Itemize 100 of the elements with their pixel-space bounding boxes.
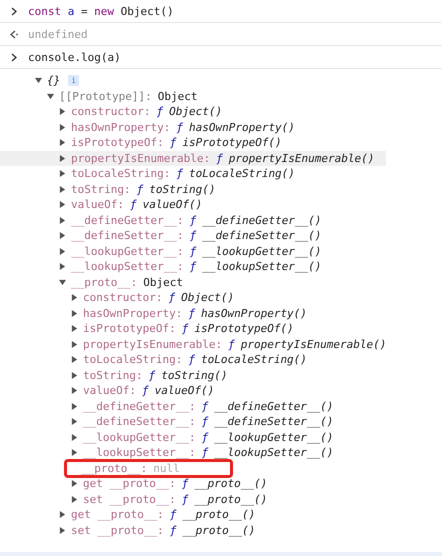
function-marker: ƒ	[170, 524, 176, 537]
object-value: Object	[143, 276, 183, 289]
triangle-right-icon[interactable]	[71, 356, 78, 364]
triangle-right-icon[interactable]	[59, 232, 66, 240]
function-marker: ƒ	[202, 415, 208, 428]
property-key: __lookupSetter__:	[83, 446, 196, 460]
triangle-right-icon[interactable]	[59, 263, 66, 270]
code-token: new	[94, 4, 114, 18]
function-value: __lookupGetter__()	[214, 430, 334, 444]
triangle-right-icon[interactable]	[71, 372, 78, 379]
triangle-right-icon[interactable]	[59, 108, 66, 116]
triangle-right-icon[interactable]	[59, 186, 66, 193]
function-marker: ƒ	[176, 167, 183, 180]
function-value: __proto__()	[194, 492, 268, 506]
function-marker: ƒ	[190, 214, 196, 227]
property-key: __proto__:	[81, 462, 148, 475]
function-value: __proto__()	[182, 524, 256, 537]
result-value: undefined	[28, 28, 88, 40]
triangle-right-icon[interactable]	[59, 248, 66, 255]
triangle-right-icon[interactable]	[59, 139, 66, 146]
null-value: null	[153, 462, 180, 475]
triangle-down-icon[interactable]	[35, 77, 42, 84]
property-key: valueOf:	[83, 384, 136, 398]
triangle-right-icon[interactable]	[71, 387, 78, 394]
function-value: propertyIsEnumerable()	[228, 152, 374, 165]
function-marker: ƒ	[170, 508, 176, 522]
triangle-right-icon[interactable]	[71, 294, 78, 302]
function-marker: ƒ	[216, 152, 223, 165]
triangle-right-icon[interactable]	[59, 154, 66, 162]
function-marker: ƒ	[202, 400, 208, 413]
function-marker: ƒ	[188, 306, 195, 320]
function-marker: ƒ	[182, 322, 188, 336]
triangle-right-icon[interactable]	[59, 170, 66, 178]
triangle-right-icon[interactable]	[71, 402, 78, 410]
object-label: {}	[47, 74, 60, 88]
property-key: propertyIsEnumerable:	[71, 152, 210, 165]
function-value: propertyIsEnumerable()	[240, 338, 386, 351]
hovered-row[interactable]: propertyIsEnumerable: ƒ propertyIsEnumerable()	[0, 150, 386, 166]
triangle-right-icon[interactable]	[71, 449, 78, 456]
property-key: __lookupGetter__:	[71, 244, 184, 258]
triangle-right-icon[interactable]	[71, 496, 78, 503]
triangle-right-icon[interactable]	[59, 526, 66, 534]
property-key: toString:	[83, 368, 143, 382]
function-marker: ƒ	[176, 120, 183, 134]
triangle-right-icon[interactable]	[71, 310, 78, 317]
function-value: __lookupSetter__()	[202, 260, 322, 274]
property-key: get __proto__:	[71, 508, 164, 522]
triangle-down-icon[interactable]	[47, 92, 54, 100]
function-marker: ƒ	[168, 291, 176, 304]
property-key: valueOf:	[71, 198, 124, 212]
triangle-right-icon[interactable]	[59, 511, 66, 518]
function-marker: ƒ	[130, 198, 137, 212]
triangle-right-icon[interactable]	[59, 216, 66, 224]
function-value: toLocaleString()	[188, 167, 295, 180]
triangle-right-icon[interactable]	[71, 434, 78, 441]
triangle-right-icon[interactable]	[71, 325, 78, 332]
function-marker: ƒ	[190, 260, 196, 274]
function-marker: ƒ	[136, 182, 144, 196]
function-marker: ƒ	[228, 338, 235, 351]
triangle-right-icon[interactable]	[71, 418, 78, 426]
function-marker: ƒ	[148, 368, 156, 382]
code-token: a	[68, 4, 74, 18]
triangle-right-icon[interactable]	[71, 480, 78, 488]
function-marker: ƒ	[202, 430, 208, 444]
function-value: isPrototypeOf()	[182, 136, 282, 150]
function-marker: ƒ	[182, 492, 188, 506]
property-key: __lookupSetter__:	[71, 260, 184, 274]
function-value: toString()	[149, 182, 216, 196]
code-token: const	[28, 4, 62, 18]
property-key: __defineSetter__:	[83, 415, 196, 428]
triangle-right-icon[interactable]	[59, 201, 66, 208]
property-key: toString:	[71, 182, 131, 196]
function-marker: ƒ	[190, 229, 196, 242]
property-key: __defineSetter__:	[71, 229, 184, 242]
property-key: hasOwnProperty:	[71, 120, 170, 134]
property-key: [[Prototype]]:	[59, 90, 152, 103]
code-token: Object()	[120, 4, 174, 18]
property-key: hasOwnProperty:	[83, 306, 182, 320]
triangle-down-icon[interactable]	[59, 278, 66, 286]
object-value: Object	[158, 90, 198, 103]
code-token: console.log(a)	[28, 50, 121, 64]
function-value: __defineSetter__()	[202, 229, 322, 242]
function-value: hasOwnProperty()	[188, 120, 295, 134]
code-token: =	[80, 4, 88, 18]
property-key: propertyIsEnumerable:	[83, 338, 222, 351]
function-value: __proto__()	[182, 508, 256, 522]
property-key: constructor:	[83, 291, 162, 304]
function-marker: ƒ	[190, 244, 196, 258]
function-value: hasOwnProperty()	[200, 306, 307, 320]
property-key: get __proto__:	[83, 477, 176, 490]
triangle-right-icon[interactable]	[59, 124, 66, 131]
property-key: isPrototypeOf:	[71, 136, 164, 150]
property-key: __proto__:	[71, 276, 138, 289]
function-marker: ƒ	[170, 136, 176, 150]
function-value: __defineSetter__()	[214, 415, 334, 428]
function-value: toLocaleString()	[200, 353, 307, 366]
function-value: valueOf()	[142, 198, 202, 212]
return-arrow-icon	[10, 30, 18, 38]
triangle-right-icon[interactable]	[71, 340, 78, 348]
property-key: set __proto__:	[83, 492, 176, 506]
